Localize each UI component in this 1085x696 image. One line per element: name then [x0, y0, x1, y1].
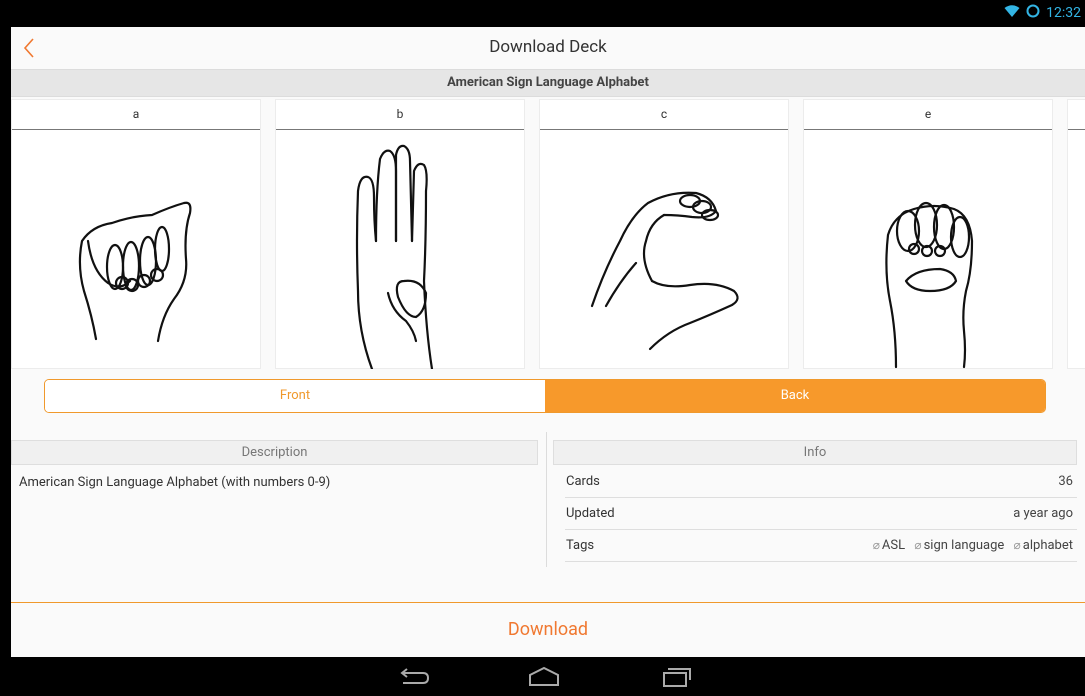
tag-icon: ⌀	[872, 538, 880, 552]
front-tab[interactable]: Front	[45, 380, 545, 412]
download-deck-screen: Download Deck American Sign Language Alp…	[11, 27, 1085, 657]
download-button[interactable]: Download	[11, 603, 1085, 657]
card-preview[interactable]	[1067, 99, 1085, 369]
tag-icon: ⌀	[914, 538, 922, 552]
tag[interactable]: ⌀ sign language	[914, 538, 1004, 553]
info-heading: Info	[553, 440, 1077, 465]
asl-hand-e-image	[885, 201, 974, 369]
info-row-tags: Tags ⌀ ASL ⌀ sign language ⌀ alphabet	[565, 530, 1077, 562]
asl-hand-b-image	[355, 144, 434, 369]
description-heading: Description	[11, 440, 538, 465]
card-preview[interactable]: e	[803, 99, 1053, 369]
info-value: a year ago	[1013, 506, 1073, 521]
back-tab[interactable]: Back	[545, 380, 1045, 412]
info-key: Updated	[566, 506, 615, 521]
card-label: b	[276, 100, 524, 130]
card-label: c	[540, 100, 788, 130]
nav-back-button[interactable]	[393, 665, 433, 689]
info-row-cards: Cards 36	[565, 466, 1077, 498]
tag-list: ⌀ ASL ⌀ sign language ⌀ alphabet	[867, 538, 1073, 553]
info-key: Tags	[566, 538, 595, 553]
description-text: American Sign Language Alphabet (with nu…	[19, 475, 331, 490]
home-icon	[529, 666, 559, 686]
deck-name: American Sign Language Alphabet	[11, 69, 1085, 97]
info-key: Cards	[566, 474, 600, 489]
asl-hand-c-image	[590, 191, 739, 351]
back-icon	[400, 668, 430, 684]
card-preview-carousel[interactable]: a b c e	[11, 99, 1085, 371]
sync-icon	[1026, 4, 1040, 22]
front-back-toggle[interactable]: Front Back	[44, 379, 1046, 413]
info-row-updated: Updated a year ago	[565, 498, 1077, 530]
info-value: 36	[1058, 474, 1073, 489]
card-label: a	[12, 100, 260, 130]
card-preview[interactable]: b	[275, 99, 525, 369]
nav-recents-button[interactable]	[656, 665, 696, 689]
asl-hand-a-image	[78, 201, 192, 343]
status-time: 12:32	[1046, 5, 1081, 21]
card-label: e	[804, 100, 1052, 130]
tag[interactable]: ⌀ ASL	[873, 538, 905, 553]
nav-home-button[interactable]	[524, 665, 564, 689]
system-nav-bar	[0, 657, 1085, 696]
recent-apps-icon	[663, 668, 691, 687]
title-bar: Download Deck	[11, 27, 1085, 69]
card-preview[interactable]: a	[11, 99, 261, 369]
section-divider	[546, 432, 547, 567]
page-title: Download Deck	[489, 37, 607, 57]
tag[interactable]: ⌀ alphabet	[1014, 538, 1073, 553]
wifi-icon	[1004, 4, 1020, 22]
status-bar: 12:32	[0, 0, 1085, 27]
card-preview[interactable]: c	[539, 99, 789, 369]
tag-icon: ⌀	[1013, 538, 1021, 552]
